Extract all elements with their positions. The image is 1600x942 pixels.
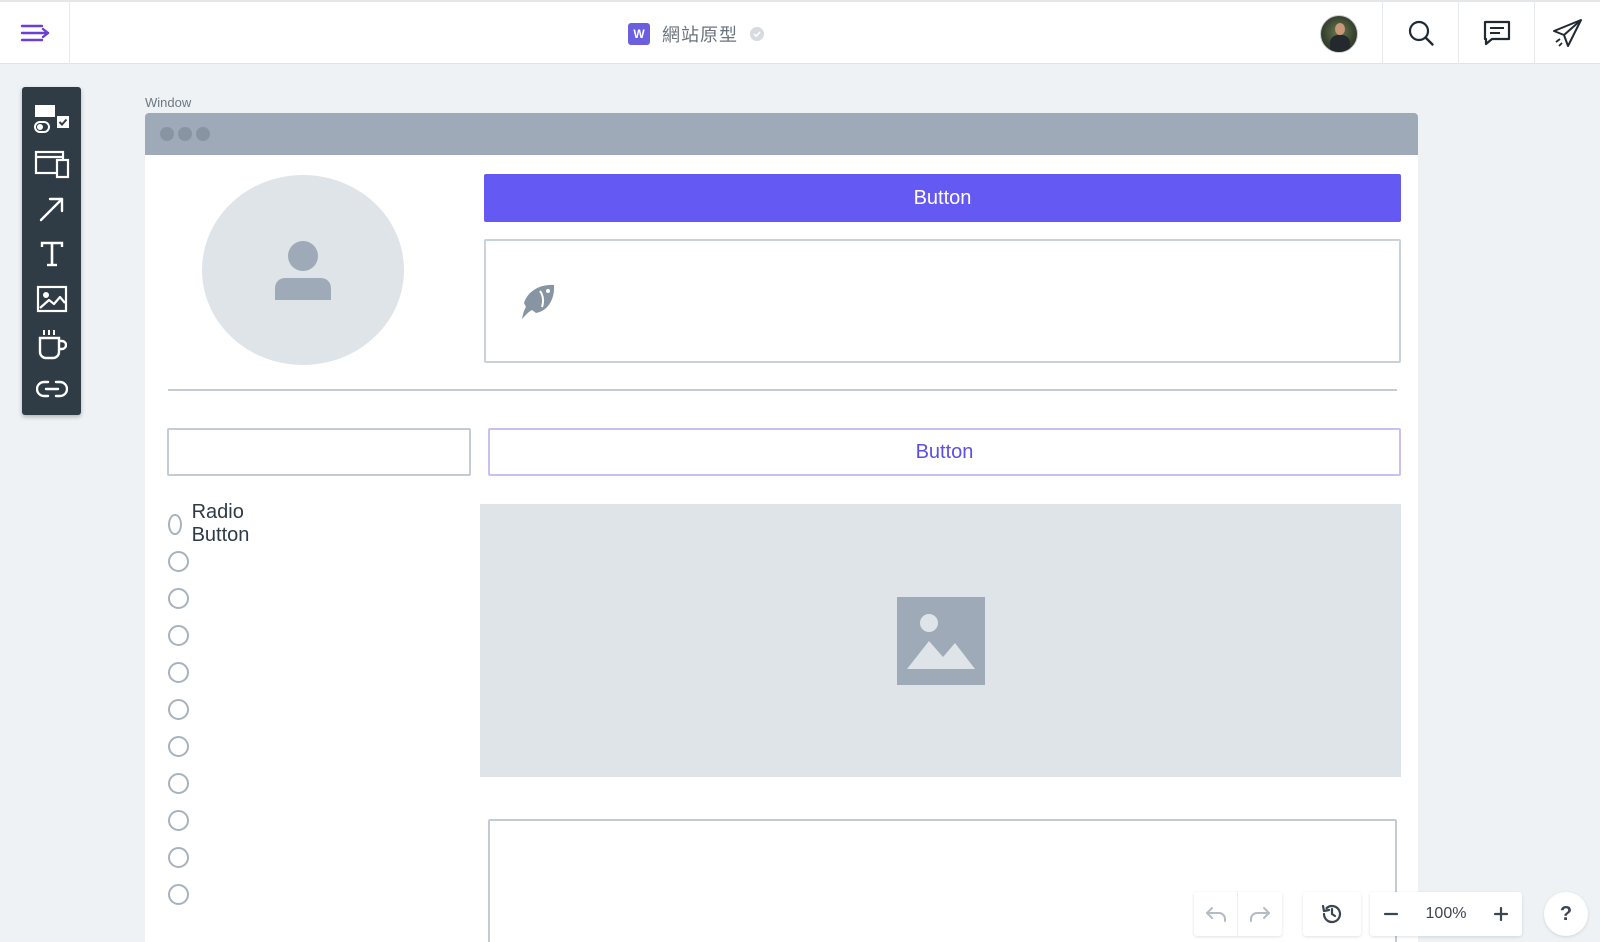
document-badge: W [628,23,650,45]
top-bar: W 網站原型 [0,0,1600,64]
history-icon [1321,904,1342,924]
zoom-level[interactable]: 100% [1412,892,1480,936]
window-label: Window [145,95,192,110]
document-name: 網站原型 [662,25,738,45]
comment-icon [1483,20,1510,46]
radio-option[interactable] [168,809,189,831]
radio-circle[interactable] [168,846,189,868]
image-icon [896,596,985,685]
verified-icon [750,27,764,41]
search-icon [1408,20,1434,46]
fish-icon [522,284,555,319]
search-button[interactable] [1382,2,1458,64]
radio-option[interactable] [168,735,189,757]
radio-option[interactable] [168,698,189,720]
user-avatar[interactable] [1320,15,1358,53]
tool-text[interactable] [32,234,72,274]
radio-option[interactable] [168,883,189,905]
text-input[interactable] [167,428,471,476]
history-group [1303,892,1361,936]
radio-option[interactable] [168,587,189,609]
coffee-cup-icon [38,330,67,360]
divider [168,389,1397,391]
avatar-placeholder[interactable] [202,175,404,365]
devices-icon [34,150,69,179]
help-button[interactable]: ? [1544,892,1588,936]
radio-label: Radio Button [191,501,250,546]
component-toolbar [22,87,81,415]
image-placeholder[interactable] [480,504,1401,777]
radio-circle[interactable] [168,661,189,683]
user-icon [275,241,331,300]
radio-option[interactable] [168,661,189,683]
radio-circle[interactable] [168,809,189,831]
menu-arrow-icon [20,24,49,42]
history-button[interactable] [1303,892,1361,936]
tool-link[interactable] [32,369,72,409]
redo-button[interactable] [1238,892,1282,936]
radio-option[interactable] [168,772,189,794]
radio-circle[interactable] [168,550,189,572]
components-icon [33,105,69,133]
window-dot [178,127,192,141]
tool-arrow[interactable] [32,189,72,229]
window-dot [196,127,210,141]
icon-box[interactable] [484,239,1401,363]
text-icon [40,241,63,267]
undo-button[interactable] [1194,892,1238,936]
plus-icon [1493,906,1509,922]
menu-button[interactable] [0,2,70,64]
comments-button[interactable] [1458,2,1534,64]
radio-circle[interactable] [168,624,189,646]
radio-circle[interactable] [168,587,189,609]
radio-option[interactable] [168,550,189,572]
window-titlebar [145,113,1418,155]
undo-redo-group [1194,892,1282,936]
primary-button[interactable]: Button [484,174,1401,222]
tool-devices[interactable] [32,144,72,184]
share-button[interactable] [1534,2,1600,64]
undo-icon [1205,907,1226,922]
radio-option[interactable] [168,624,189,646]
link-icon [35,380,68,398]
zoom-out-button[interactable] [1370,892,1412,936]
zoom-controls: 100% [1370,892,1522,936]
radio-circle[interactable] [168,735,189,757]
window-dot [160,127,174,141]
tool-image[interactable] [32,279,72,319]
radio-circle[interactable] [168,698,189,720]
radio-circle[interactable] [168,772,189,794]
radio-circle[interactable] [168,883,189,905]
document-title[interactable]: W 網站原型 [628,22,764,46]
zoom-in-button[interactable] [1480,892,1522,936]
radio-option[interactable]: Radio Button [168,501,257,546]
tool-coffee[interactable] [32,324,72,364]
secondary-button[interactable]: Button [488,428,1401,476]
redo-icon [1250,907,1270,922]
image-icon [36,285,67,313]
arrow-icon [39,197,63,222]
minus-icon [1383,912,1399,916]
radio-circle[interactable] [168,513,182,535]
wireframe-window[interactable]: Button Button Radio Button [145,113,1418,942]
tool-components[interactable] [32,99,72,139]
radio-option[interactable] [168,846,189,868]
send-icon [1552,19,1582,47]
